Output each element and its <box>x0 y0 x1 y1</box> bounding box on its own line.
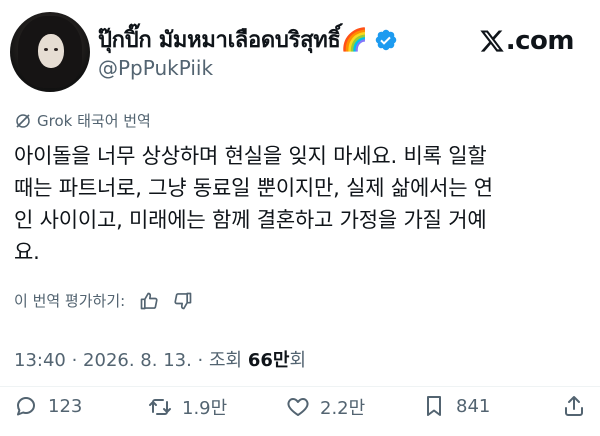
views-suffix: 회 <box>289 350 307 371</box>
author-display-name-text: ปุ๊กปิ๊ก มัมหมาเลือดบริสุทธิ์ <box>98 28 341 53</box>
reply-count: 123 <box>48 395 83 417</box>
tweet-text: 아이돌을 너무 상상하며 현실을 잊지 마세요. 비록 일할 때는 파트너로, … <box>14 144 493 264</box>
x-com-logo: .com <box>479 26 575 56</box>
share-button[interactable] <box>562 394 586 418</box>
views-prefix: 조회 <box>209 350 248 371</box>
like-count: 2.2만 <box>320 398 366 419</box>
repost-icon <box>149 399 171 415</box>
rate-translation-row: 이 번역 평가하기: <box>14 290 193 311</box>
author-name-row[interactable]: ปุ๊กปิ๊ก มัมหมาเลือดบริสุทธิ์🌈 <box>98 22 398 57</box>
verified-badge-icon <box>375 29 396 50</box>
reply-icon <box>17 397 35 416</box>
tweet-meta: 13:40 · 2026. 8. 13. · 조회 66만회 <box>14 346 306 372</box>
bookmark-button[interactable]: 841 <box>422 394 490 418</box>
meta-separator: · <box>65 350 84 371</box>
avatar-face <box>38 34 64 68</box>
rainbow-emoji: 🌈 <box>340 28 368 53</box>
x-logo-icon <box>480 30 504 52</box>
author-handle[interactable]: @PpPukPiik <box>98 56 213 80</box>
meta-separator: · <box>191 350 209 371</box>
heart-icon <box>287 398 309 416</box>
repost-count: 1.9만 <box>182 398 228 419</box>
repost-button[interactable]: 1.9만 <box>148 394 227 420</box>
rate-translation-label: 이 번역 평가하기: <box>14 292 126 310</box>
avatar-eye-left <box>44 48 48 51</box>
thumbs-up-icon[interactable] <box>139 291 159 311</box>
grok-label-text: Grok 태국어 번역 <box>37 112 151 130</box>
avatar[interactable] <box>10 12 90 92</box>
author-display-name[interactable]: ปุ๊กปิ๊ก มัมหมาเลือดบริสุทธิ์🌈 <box>98 22 368 57</box>
grok-translation-label: Grok 태국어 번역 <box>14 110 151 131</box>
tweet-actions: 123 1.9만 2.2만 841 <box>0 394 600 426</box>
tweet-date[interactable]: 2026. 8. 13. <box>83 350 192 371</box>
like-button[interactable]: 2.2만 <box>286 394 365 420</box>
grok-icon <box>16 113 30 128</box>
avatar-eye-right <box>54 48 58 51</box>
bookmark-icon <box>427 396 441 416</box>
reply-button[interactable]: 123 <box>14 394 82 418</box>
share-icon <box>565 396 583 416</box>
x-logo-text: .com <box>505 26 575 56</box>
divider <box>0 386 600 387</box>
views-count: 66만 <box>247 350 290 371</box>
thumbs-down-icon[interactable] <box>173 291 193 311</box>
bookmark-count: 841 <box>456 395 491 417</box>
tweet-time[interactable]: 13:40 <box>14 350 66 371</box>
